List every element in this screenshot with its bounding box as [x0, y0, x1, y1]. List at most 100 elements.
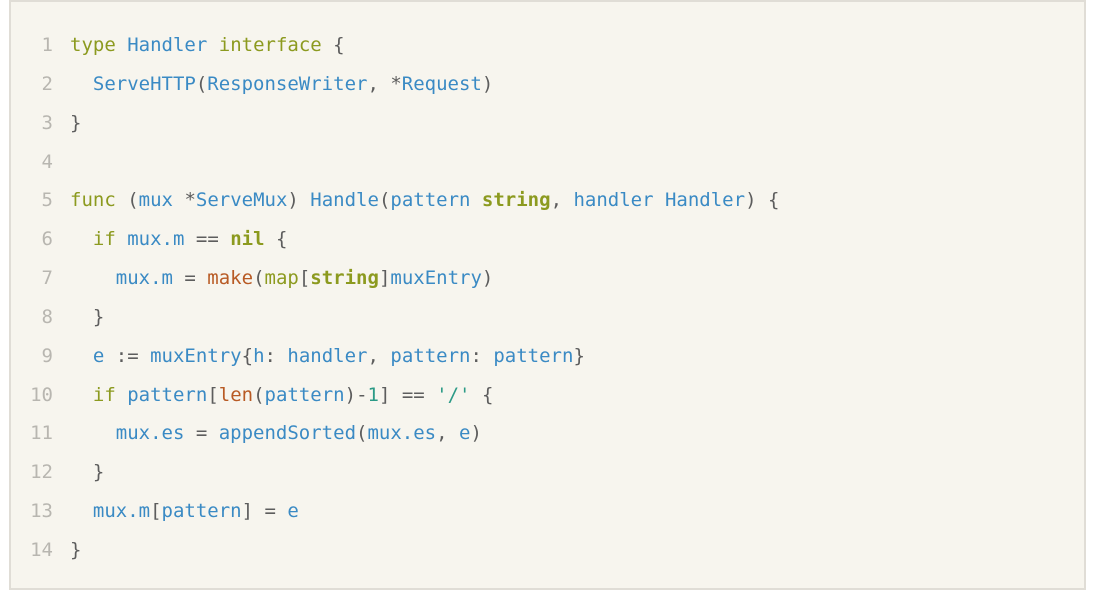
- line-number: 12: [30, 461, 53, 484]
- code-token: {: [241, 344, 254, 367]
- code-token: mux.m: [92, 500, 151, 523]
- code-token: [: [150, 500, 162, 523]
- code-token: interface: [218, 34, 322, 56]
- code-token: ,: [436, 422, 459, 445]
- code-token: mux.es: [367, 422, 437, 445]
- code-token: ==: [184, 228, 231, 251]
- code-token: {: [470, 383, 494, 406]
- code-token: ,: [367, 344, 391, 367]
- code-token: pattern: [127, 383, 208, 406]
- code-token: (: [253, 383, 265, 406]
- code-token: 1: [367, 383, 379, 406]
- code-token: pattern: [161, 500, 242, 523]
- code-token: mux.m: [115, 267, 173, 290]
- code-token: (: [356, 422, 368, 445]
- code-token: ,: [550, 189, 574, 212]
- code-token: ): [481, 267, 494, 290]
- code-token: e: [459, 422, 471, 445]
- code-line: 6 if mux.m == nil {: [23, 220, 779, 259]
- code-token: }: [70, 111, 82, 134]
- code-token: Handler: [127, 34, 208, 56]
- code-token: e: [287, 500, 299, 523]
- code-token: if: [92, 228, 116, 251]
- line-number: 6: [41, 228, 53, 251]
- code-token: (: [253, 267, 265, 290]
- code-token: mux.es: [115, 422, 185, 445]
- line-number: 14: [30, 538, 53, 561]
- code-line: 9 e := muxEntry{h: handler, pattern: pat…: [23, 337, 779, 376]
- code-line: 11 mux.es = appendSorted(mux.es, e): [23, 414, 779, 453]
- code-token: }: [70, 305, 105, 328]
- code-token: '/': [436, 383, 471, 406]
- code-token: =: [172, 267, 208, 290]
- code-token: {: [264, 228, 288, 251]
- code-token: pattern: [264, 383, 345, 406]
- code-token: Handle: [310, 189, 379, 212]
- code-line: 2 ServeHTTP(ResponseWriter, *Request): [23, 65, 779, 104]
- line-number: 13: [30, 500, 53, 523]
- line-number: 8: [41, 305, 53, 328]
- code-token: pattern: [493, 344, 574, 367]
- code-line: 1 type Handler interface {: [23, 26, 779, 65]
- code-token: map: [264, 267, 299, 290]
- code-token: :=: [104, 344, 151, 367]
- code-token: ServeHTTP: [92, 72, 196, 95]
- code-token: mux: [138, 189, 173, 212]
- code-token: pattern: [390, 344, 471, 367]
- code-block: 1 type Handler interface {2 ServeHTTP(Res…: [9, 0, 1086, 590]
- line-number: 11: [30, 422, 53, 445]
- code-token: :: [264, 344, 288, 367]
- code-token: pattern: [390, 189, 471, 212]
- code-token: }: [70, 461, 105, 484]
- code-token: (: [378, 189, 391, 212]
- code-token: string: [310, 267, 379, 290]
- code-token: }: [573, 344, 585, 367]
- code-token: ,: [367, 72, 391, 95]
- code-token: :: [470, 344, 494, 367]
- code-token: nil: [230, 228, 265, 251]
- line-number: 4: [41, 150, 53, 173]
- code-token: handler: [573, 189, 654, 212]
- code-token: ] =: [241, 500, 288, 523]
- code-token: string: [481, 189, 551, 212]
- code-token: ServeMux: [195, 189, 288, 212]
- code-token: *: [184, 189, 196, 212]
- line-number: 10: [30, 383, 53, 406]
- code-token: *: [390, 72, 402, 95]
- code-token: [: [207, 383, 219, 406]
- code-token: h: [253, 344, 265, 367]
- line-number: 1: [41, 34, 53, 56]
- code-token: len: [218, 383, 254, 406]
- code-line: 7 mux.m = make(map[string]muxEntry): [23, 259, 779, 298]
- code-token: Request: [401, 72, 482, 95]
- code-token: =: [184, 422, 219, 445]
- code-token: e: [92, 344, 105, 367]
- code-token: (: [115, 189, 139, 212]
- code-token: handler: [287, 344, 368, 367]
- code-token: type: [70, 34, 116, 56]
- line-number: 9: [41, 344, 53, 367]
- code-token: mux.m: [127, 228, 185, 251]
- code-line: 10 if pattern[len(pattern)-1] == '/' {: [23, 376, 779, 415]
- code-token: )-: [344, 383, 368, 406]
- code-token: Handler: [664, 189, 746, 212]
- code-listing: 1 type Handler interface {2 ServeHTTP(Res…: [23, 26, 779, 570]
- code-token: {: [321, 34, 345, 56]
- line-number: 3: [41, 111, 53, 134]
- code-token: muxEntry: [390, 267, 482, 290]
- code-token: muxEntry: [150, 344, 242, 367]
- line-number: 7: [41, 267, 53, 290]
- code-token: appendSorted: [218, 422, 357, 445]
- code-line: 12 }: [23, 453, 779, 492]
- code-line: 8 }: [23, 298, 779, 337]
